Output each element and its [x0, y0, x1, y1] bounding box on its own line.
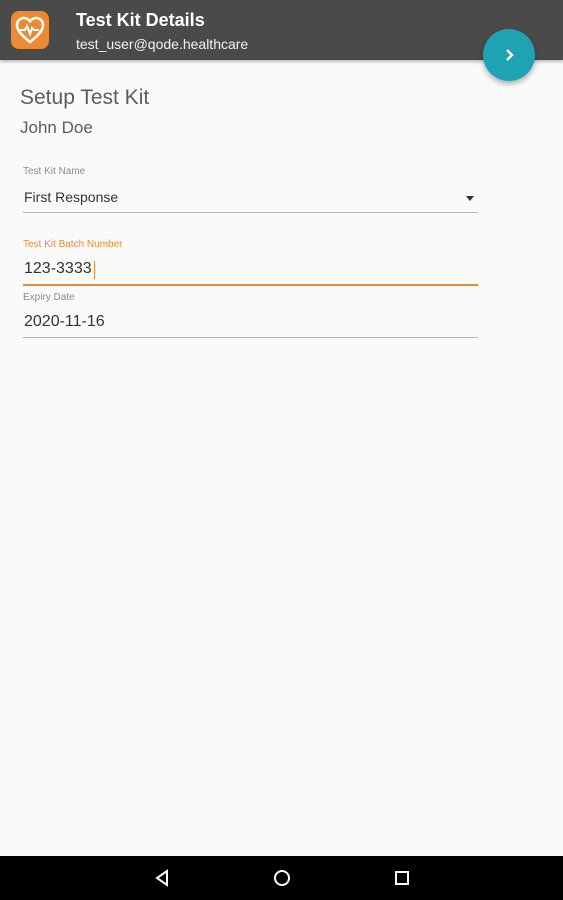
home-circle-icon: [274, 870, 290, 886]
batch-number-input[interactable]: 123-3333: [23, 258, 478, 286]
chevron-right-icon: [506, 49, 514, 61]
system-nav-bar: [0, 856, 563, 900]
app-bar: Test Kit Details test_user@qode.healthca…: [0, 0, 563, 60]
kit-name-value: First Response: [24, 189, 119, 205]
kit-name-label: Test Kit Name: [23, 166, 86, 177]
back-triangle-icon: [155, 869, 168, 887]
heart-pulse-icon: [15, 16, 45, 44]
app-bar-subtitle: test_user@qode.healthcare: [76, 36, 249, 52]
app-logo: [11, 11, 49, 49]
next-button[interactable]: [483, 29, 535, 81]
nav-recents-button[interactable]: [390, 866, 414, 890]
expiry-date-label: Expiry Date: [23, 292, 75, 303]
expiry-date-value: 2020-11-16: [24, 313, 105, 330]
app-bar-title: Test Kit Details: [76, 10, 205, 30]
recents-square-icon: [395, 871, 409, 885]
dropdown-arrow-icon: [466, 196, 474, 201]
patient-name: John Doe: [20, 118, 93, 137]
batch-number-value: 123-3333: [24, 260, 92, 277]
expiry-date-input[interactable]: 2020-11-16: [23, 311, 478, 338]
batch-number-label: Test Kit Batch Number: [23, 239, 123, 250]
page-title: Setup Test Kit: [20, 86, 150, 109]
nav-back-button[interactable]: [150, 866, 174, 890]
kit-name-dropdown[interactable]: First Response: [23, 186, 478, 213]
text-caret: [94, 261, 95, 279]
nav-home-button[interactable]: [270, 866, 294, 890]
